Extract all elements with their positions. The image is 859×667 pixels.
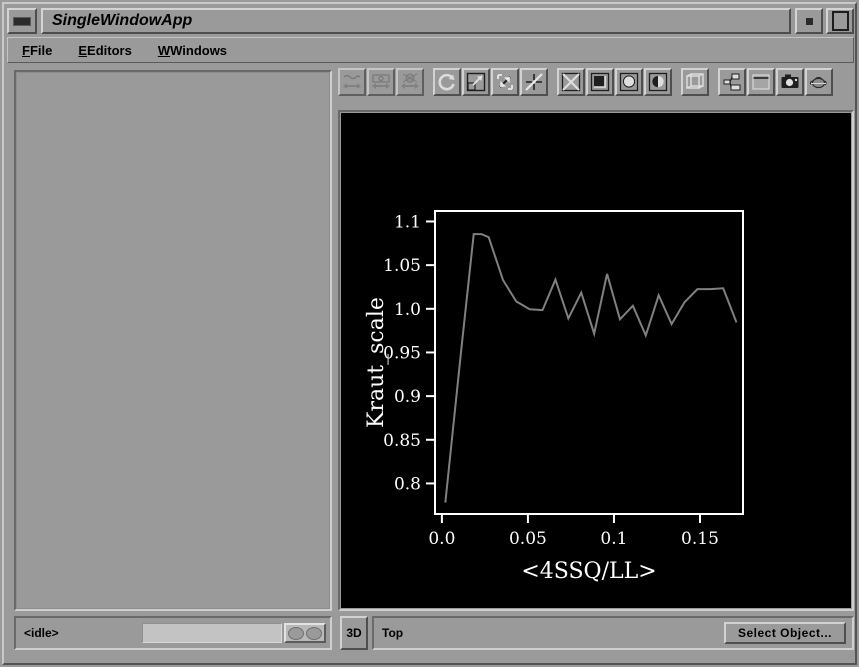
status-text: <idle> (24, 626, 59, 640)
y-tick-label: 0.8 (394, 474, 421, 494)
menu-item-editors-label: Editors (87, 42, 132, 58)
smooth-shade-icon[interactable] (615, 68, 643, 96)
plot-frame (434, 210, 744, 515)
view-home-icon[interactable] (367, 68, 395, 96)
x-tick-label: 0.0 (428, 529, 455, 549)
flat-shade-icon[interactable] (586, 68, 614, 96)
snapshot-camera-icon[interactable] (776, 68, 804, 96)
clear-window-icon[interactable] (747, 68, 775, 96)
view-next-icon[interactable] (396, 68, 424, 96)
maximize-icon[interactable] (826, 8, 854, 34)
y-tick-label: 0.85 (383, 431, 421, 451)
window-menu-icon[interactable] (7, 8, 37, 34)
bounding-box-icon[interactable] (681, 68, 709, 96)
line-chart: 0.80.850.90.951.01.051.10.0 0.05 0.1 0.15<4… (364, 210, 744, 584)
data-series-line (444, 233, 738, 503)
zoom-out-icon[interactable] (491, 68, 519, 96)
minimize-icon[interactable] (795, 8, 823, 34)
y-tick-label: 1.0 (394, 300, 421, 320)
status-bar: <idle> (14, 616, 332, 650)
menu-item-windows[interactable]: WWindows (156, 41, 229, 60)
x-tick-label: 0.1 (600, 529, 627, 549)
mode-3d-button[interactable]: 3D (340, 616, 368, 650)
eyes-indicator[interactable] (284, 623, 326, 643)
plot-canvas[interactable]: 0.8 0.85 0.9 0.95 1.0 1.05 1.1 0.0 0.05 0.1 0.15 <4… (341, 113, 851, 608)
menu-item-file-label: File (29, 42, 53, 58)
half-shade-icon[interactable] (644, 68, 672, 96)
x-tick-label: 0.05 (509, 529, 547, 549)
progress-bar (142, 623, 282, 643)
menu-item-windows-label: Windows (170, 42, 228, 58)
view-bar: Top Select Object... (372, 616, 854, 650)
eye-right-glyph (306, 626, 322, 640)
rotate-icon[interactable] (433, 68, 461, 96)
wireframe-icon[interactable] (557, 68, 585, 96)
object-list-panel[interactable] (14, 70, 332, 611)
maximize-glyph (831, 11, 849, 31)
application-window: SingleWindowApp FFile EEditors WWindows (0, 0, 859, 667)
graphics-canvas-container[interactable]: 0.8 0.85 0.9 0.95 1.0 1.05 1.1 0.0 0.05 0.1 0.15 <4… (338, 110, 854, 611)
title-bar: SingleWindowApp (7, 7, 854, 35)
object-list-content (16, 72, 330, 609)
y-tick-label: 1.1 (394, 212, 421, 232)
minimize-glyph (805, 17, 813, 25)
y-axis-label: Kraut_scale (364, 297, 389, 428)
view-prev-icon[interactable] (338, 68, 366, 96)
window-frame: SingleWindowApp FFile EEditors WWindows (2, 2, 857, 665)
y-tick-label: 1.05 (383, 256, 421, 276)
y-tick-label: 0.9 (394, 387, 421, 407)
menu-item-editors[interactable]: EEditors (76, 41, 133, 60)
window-title-area: SingleWindowApp (41, 8, 791, 34)
window-menu-glyph (13, 16, 31, 26)
teapot-icon[interactable] (805, 68, 833, 96)
select-object-button[interactable]: Select Object... (723, 622, 846, 644)
eye-left-glyph (288, 626, 304, 640)
x-axis-label: <4SSQ/LL> (521, 559, 656, 584)
x-tick-label: 0.15 (681, 529, 719, 549)
view-orientation-label: Top (382, 626, 404, 640)
pan-icon[interactable] (520, 68, 548, 96)
menu-item-file[interactable]: FFile (20, 41, 54, 60)
graphics-toolbar (338, 68, 854, 104)
menu-bar: FFile EEditors WWindows (7, 37, 854, 63)
page-title: SingleWindowApp (52, 12, 193, 29)
graph-icon[interactable] (718, 68, 746, 96)
zoom-box-icon[interactable] (462, 68, 490, 96)
